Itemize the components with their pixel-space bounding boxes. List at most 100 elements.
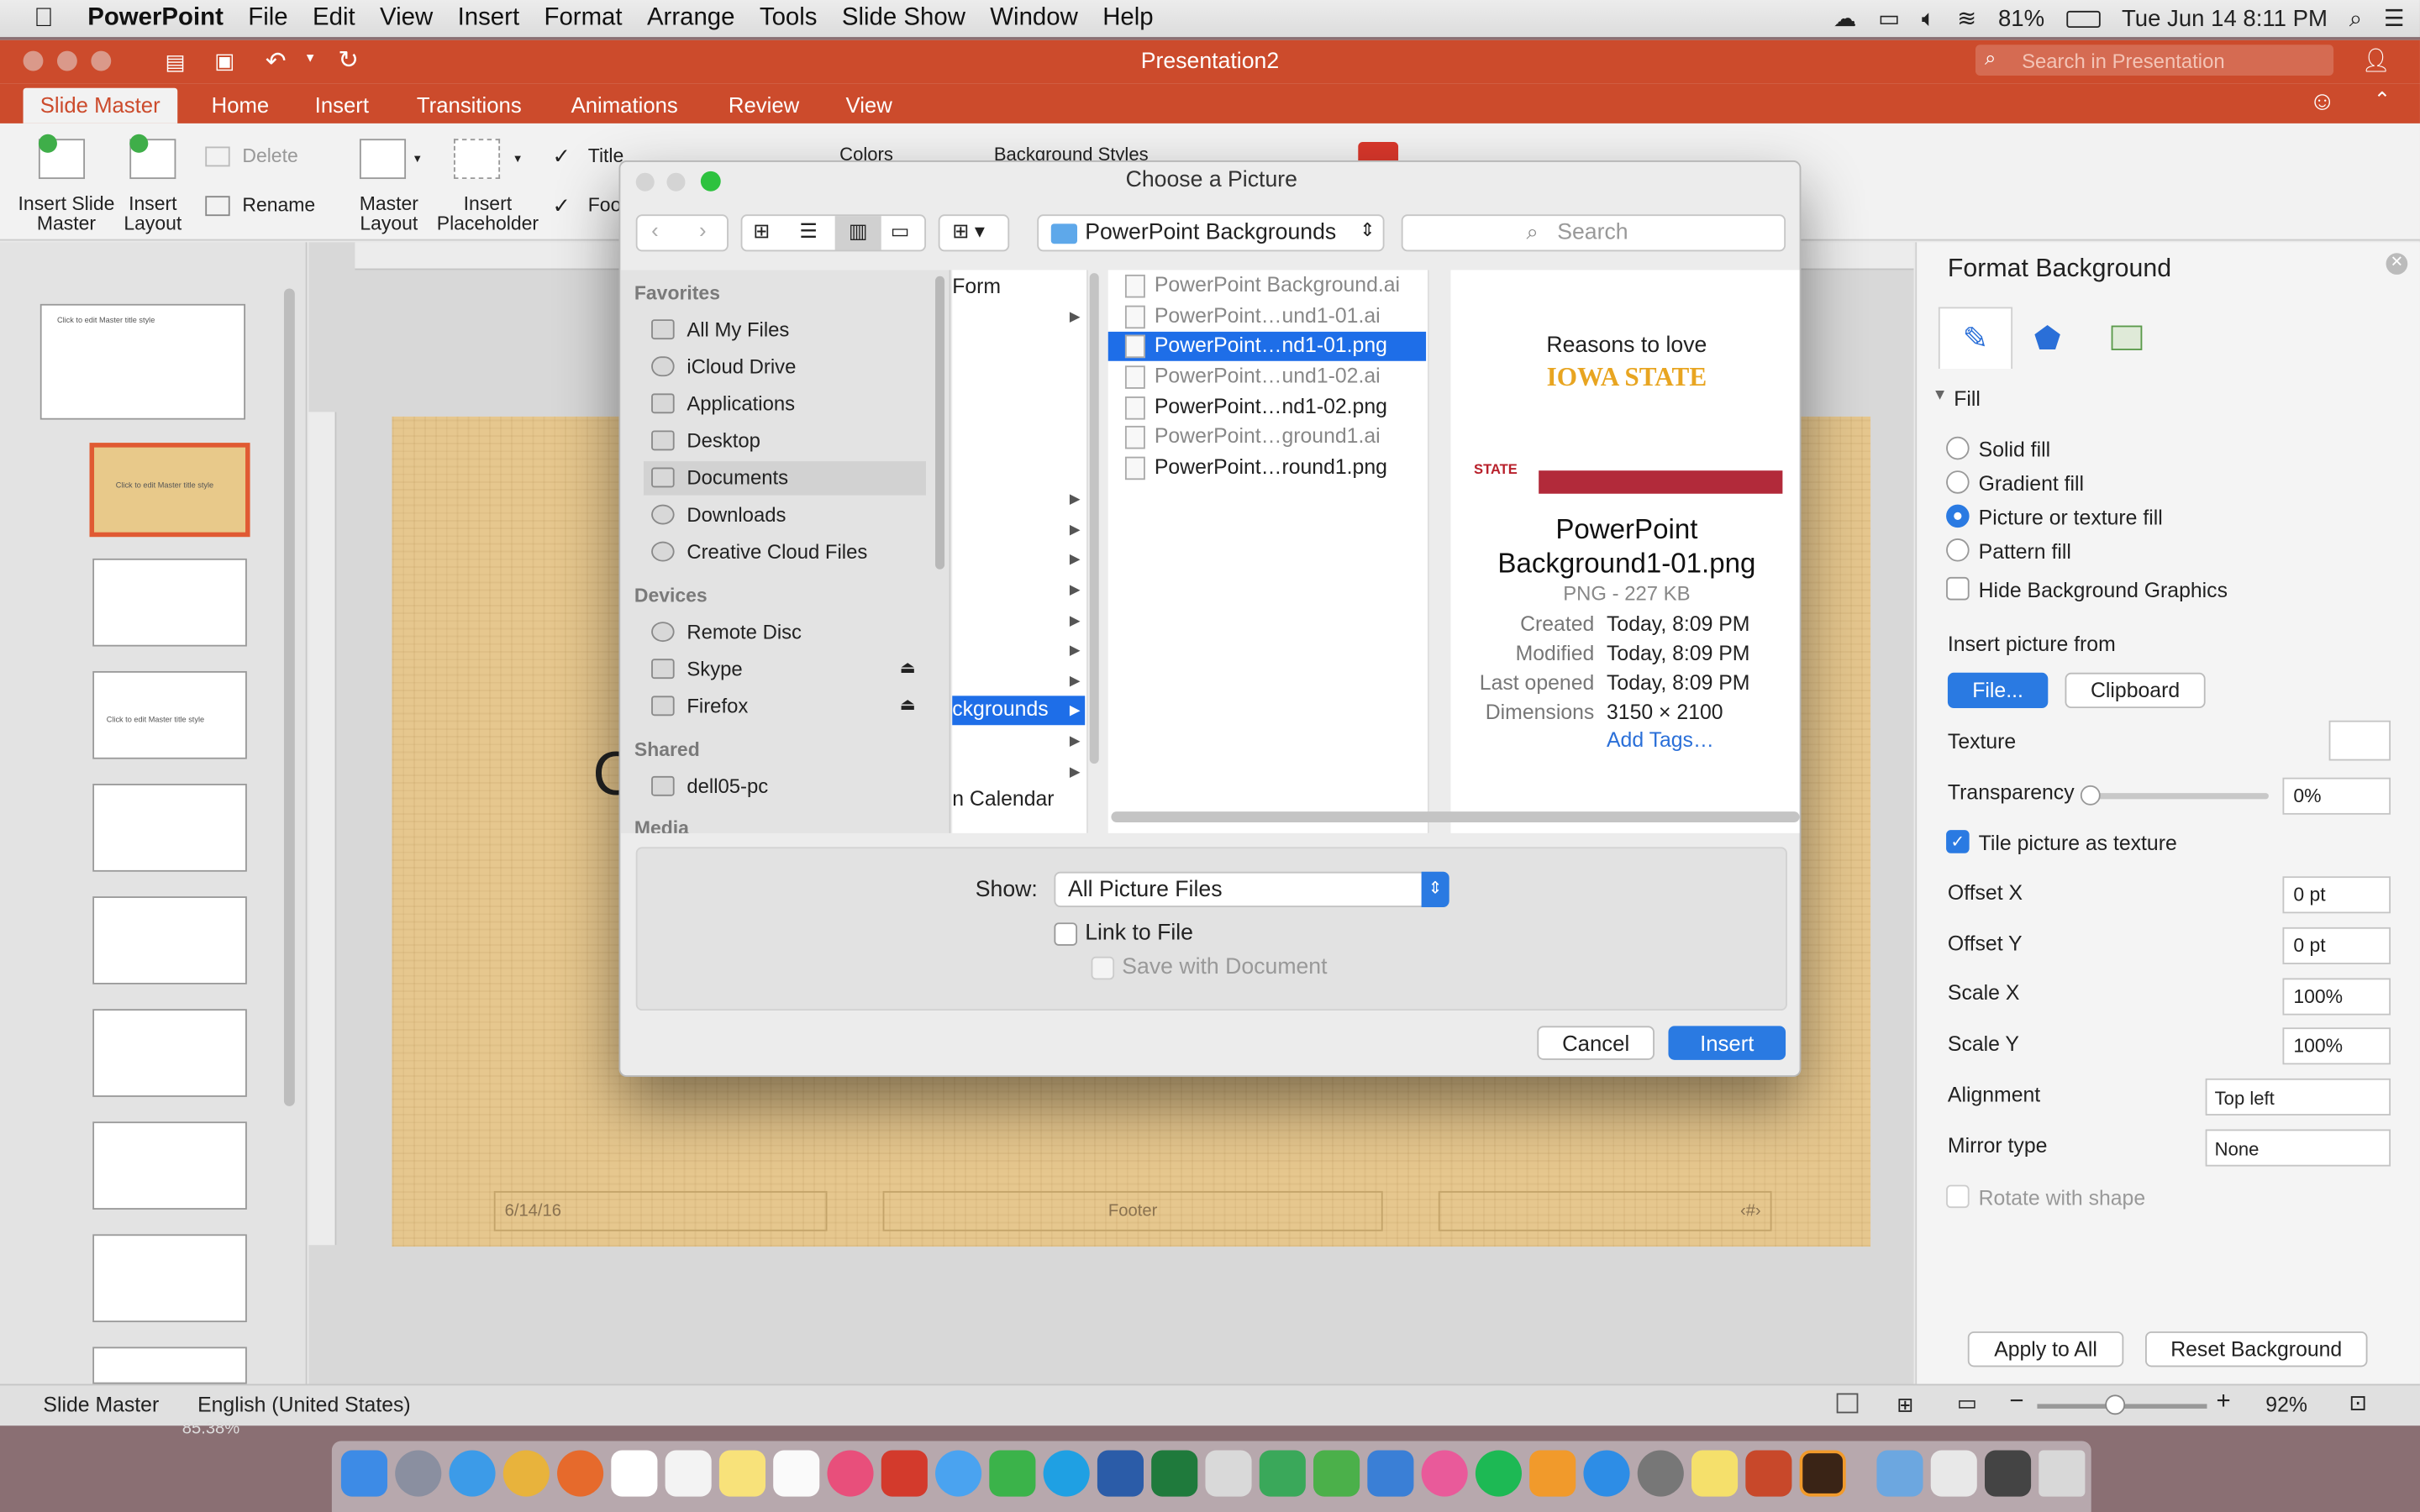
thumbnails-scrollbar[interactable]	[283, 288, 295, 1106]
close-pane-icon[interactable]: ✕	[2386, 253, 2408, 275]
launchpad-icon[interactable]	[395, 1450, 442, 1497]
rename-button[interactable]: Rename	[203, 193, 326, 224]
slide-number-placeholder[interactable]: ‹#›	[1438, 1190, 1772, 1231]
word-icon[interactable]	[1097, 1450, 1144, 1497]
gradient-fill-radio[interactable]	[1946, 470, 1970, 494]
sidebar-item-documents[interactable]: Documents	[643, 461, 927, 496]
volume-icon[interactable]: 🔈︎	[1922, 5, 1936, 31]
reset-background-button[interactable]: Reset Background	[2145, 1331, 2368, 1368]
date-placeholder[interactable]: 6/14/16	[493, 1190, 828, 1231]
ibooks-icon[interactable]	[1529, 1450, 1576, 1497]
tab-review[interactable]: Review	[729, 88, 799, 123]
slide-thumbnails-pane[interactable]: Click to edit Master title style Click t…	[0, 242, 308, 1384]
show-select[interactable]: All Picture Files ⇕	[1054, 871, 1449, 907]
chrome-icon[interactable]	[502, 1450, 550, 1497]
horizontal-scrollbar[interactable]	[1111, 811, 1800, 822]
thumbnail-layout-3[interactable]: Click to edit Master title style	[92, 670, 247, 759]
menu-arrange[interactable]: Arrange	[647, 5, 735, 33]
system-preferences-icon[interactable]	[1637, 1450, 1684, 1497]
thumbnail-layout-5[interactable]	[92, 896, 247, 984]
share-icon[interactable]: 👤︎	[2361, 46, 2391, 74]
sidebar-item-dell05-pc[interactable]: dell05-pc	[644, 770, 926, 804]
eject-icon[interactable]: ⏏	[900, 695, 916, 714]
add-tags-link[interactable]: Add Tags…	[1607, 728, 1714, 752]
trash-icon[interactable]	[2039, 1450, 2086, 1497]
tile-checkbox[interactable]: ✓	[1946, 830, 1970, 853]
coverflow-view-icon[interactable]: ▭	[891, 219, 910, 244]
finder-icon[interactable]	[340, 1450, 388, 1497]
transparency-slider-knob[interactable]	[2080, 785, 2101, 806]
effects-tab-icon[interactable]: ⬟	[2034, 319, 2061, 358]
tab-home[interactable]: Home	[212, 88, 270, 123]
tab-slide-master[interactable]: Slide Master	[23, 87, 177, 123]
drive-icon[interactable]	[1259, 1450, 1306, 1497]
collapse-ribbon-icon[interactable]: ⌃	[2374, 88, 2391, 113]
file-item[interactable]: PowerPoint Background.ai	[1108, 271, 1426, 301]
sidebar-item-remote-disc[interactable]: Remote Disc	[644, 616, 926, 649]
messages-icon[interactable]	[935, 1450, 982, 1497]
tab-view[interactable]: View	[846, 88, 892, 123]
sidebar-scrollbar[interactable]	[935, 276, 945, 570]
zoom-slider-knob[interactable]	[2105, 1394, 2126, 1415]
picture-tab-icon[interactable]	[2111, 325, 2143, 350]
browser-column-parent[interactable]: Form ▶ ▶ ▶ ▶ ▶ ▶ ▶ ▶ ckgrounds ▶ ▶ ▶ n Ca…	[952, 270, 1099, 833]
preview-icon[interactable]	[1205, 1450, 1252, 1497]
zoom-in-icon[interactable]: +	[2217, 1389, 2231, 1416]
downloads-folder-icon[interactable]	[1876, 1450, 1923, 1497]
insert-slide-master-button[interactable]: Insert Slide Master	[13, 133, 121, 238]
sidebar-item-applications[interactable]: Applications	[644, 387, 926, 421]
battery-icon[interactable]	[2065, 9, 2101, 28]
icon-view-icon[interactable]: ⊞	[753, 219, 770, 244]
thumbnail-layout-1[interactable]: Click to edit Master title style	[89, 443, 250, 538]
file-item[interactable]: PowerPoint…round1.png	[1108, 454, 1426, 483]
sidebar-item-creative-cloud[interactable]: Creative Cloud Files	[644, 535, 926, 569]
picture-fill-radio[interactable]	[1946, 504, 1970, 528]
save-with-document-checkbox[interactable]	[1091, 956, 1115, 980]
keynote-icon[interactable]	[1367, 1450, 1414, 1497]
location-popup[interactable]: PowerPoint Backgrounds ⇕	[1037, 214, 1385, 252]
scale-y-input[interactable]: 100%	[2282, 1027, 2391, 1065]
thumbnail-master[interactable]: Click to edit Master title style	[39, 303, 246, 420]
safari-icon[interactable]	[449, 1450, 496, 1497]
link-to-file-checkbox[interactable]	[1054, 922, 1078, 946]
mail-icon[interactable]	[881, 1450, 928, 1497]
menu-file[interactable]: File	[248, 5, 287, 33]
master-layout-button[interactable]: ▼ Master Layout	[349, 133, 429, 238]
app-store-icon[interactable]	[1583, 1450, 1630, 1497]
file-item-selected[interactable]: PowerPoint…nd1-01.png	[1107, 331, 1427, 361]
calendar-icon[interactable]	[611, 1450, 658, 1497]
excel-icon[interactable]	[1151, 1450, 1198, 1497]
search-field[interactable]: ⌕ Search in Presentation	[1975, 45, 2334, 76]
fill-collapse-icon[interactable]: ▼	[1933, 387, 1948, 404]
tab-animations[interactable]: Animations	[571, 88, 678, 123]
wifi-icon[interactable]: ≋	[1957, 5, 1976, 32]
arrange-button[interactable]: ⊞ ▾	[938, 214, 1010, 252]
folder-backgrounds-selected[interactable]: ckgrounds ▶	[952, 696, 1086, 726]
spotlight-icon[interactable]: ⌕	[2349, 5, 2362, 31]
status-language[interactable]: English (United States)	[197, 1394, 411, 1417]
battery-percent[interactable]: 81%	[1998, 5, 2044, 31]
clock[interactable]: Tue Jun 14 8:11 PM	[2122, 5, 2328, 31]
normal-view-icon[interactable]	[1836, 1393, 1859, 1414]
spotify-icon[interactable]	[1475, 1450, 1522, 1497]
thumbnail-layout-7[interactable]	[92, 1121, 247, 1210]
notes-icon[interactable]	[718, 1450, 766, 1497]
sidebar-item-firefox[interactable]: Firefox ⏏	[644, 690, 926, 723]
forward-icon[interactable]: ›	[699, 218, 707, 242]
notification-center-icon[interactable]: ☰	[2384, 5, 2405, 32]
documents-stack-icon[interactable]	[1930, 1450, 1977, 1497]
zoom-out-icon[interactable]: −	[2009, 1389, 2023, 1416]
eject-icon[interactable]: ⏏	[900, 657, 916, 677]
sidebar-item-desktop[interactable]: Desktop	[644, 424, 926, 458]
airplay-icon[interactable]: ▭	[1878, 5, 1900, 32]
tab-insert[interactable]: Insert	[315, 88, 369, 123]
fill-tab-icon[interactable]: ✎	[1938, 307, 2013, 369]
delete-button[interactable]: Delete	[203, 144, 326, 175]
rotate-checkbox[interactable]	[1946, 1184, 1970, 1209]
photos-icon[interactable]	[827, 1450, 874, 1497]
file-item[interactable]: PowerPoint…ground1.ai	[1108, 423, 1426, 452]
sidebar-item-icloud-drive[interactable]: iCloud Drive	[644, 350, 926, 384]
offset-y-input[interactable]: 0 pt	[2282, 927, 2391, 964]
file-item[interactable]: PowerPoint…und1-01.ai	[1108, 302, 1426, 332]
reminders-icon[interactable]	[773, 1450, 820, 1497]
